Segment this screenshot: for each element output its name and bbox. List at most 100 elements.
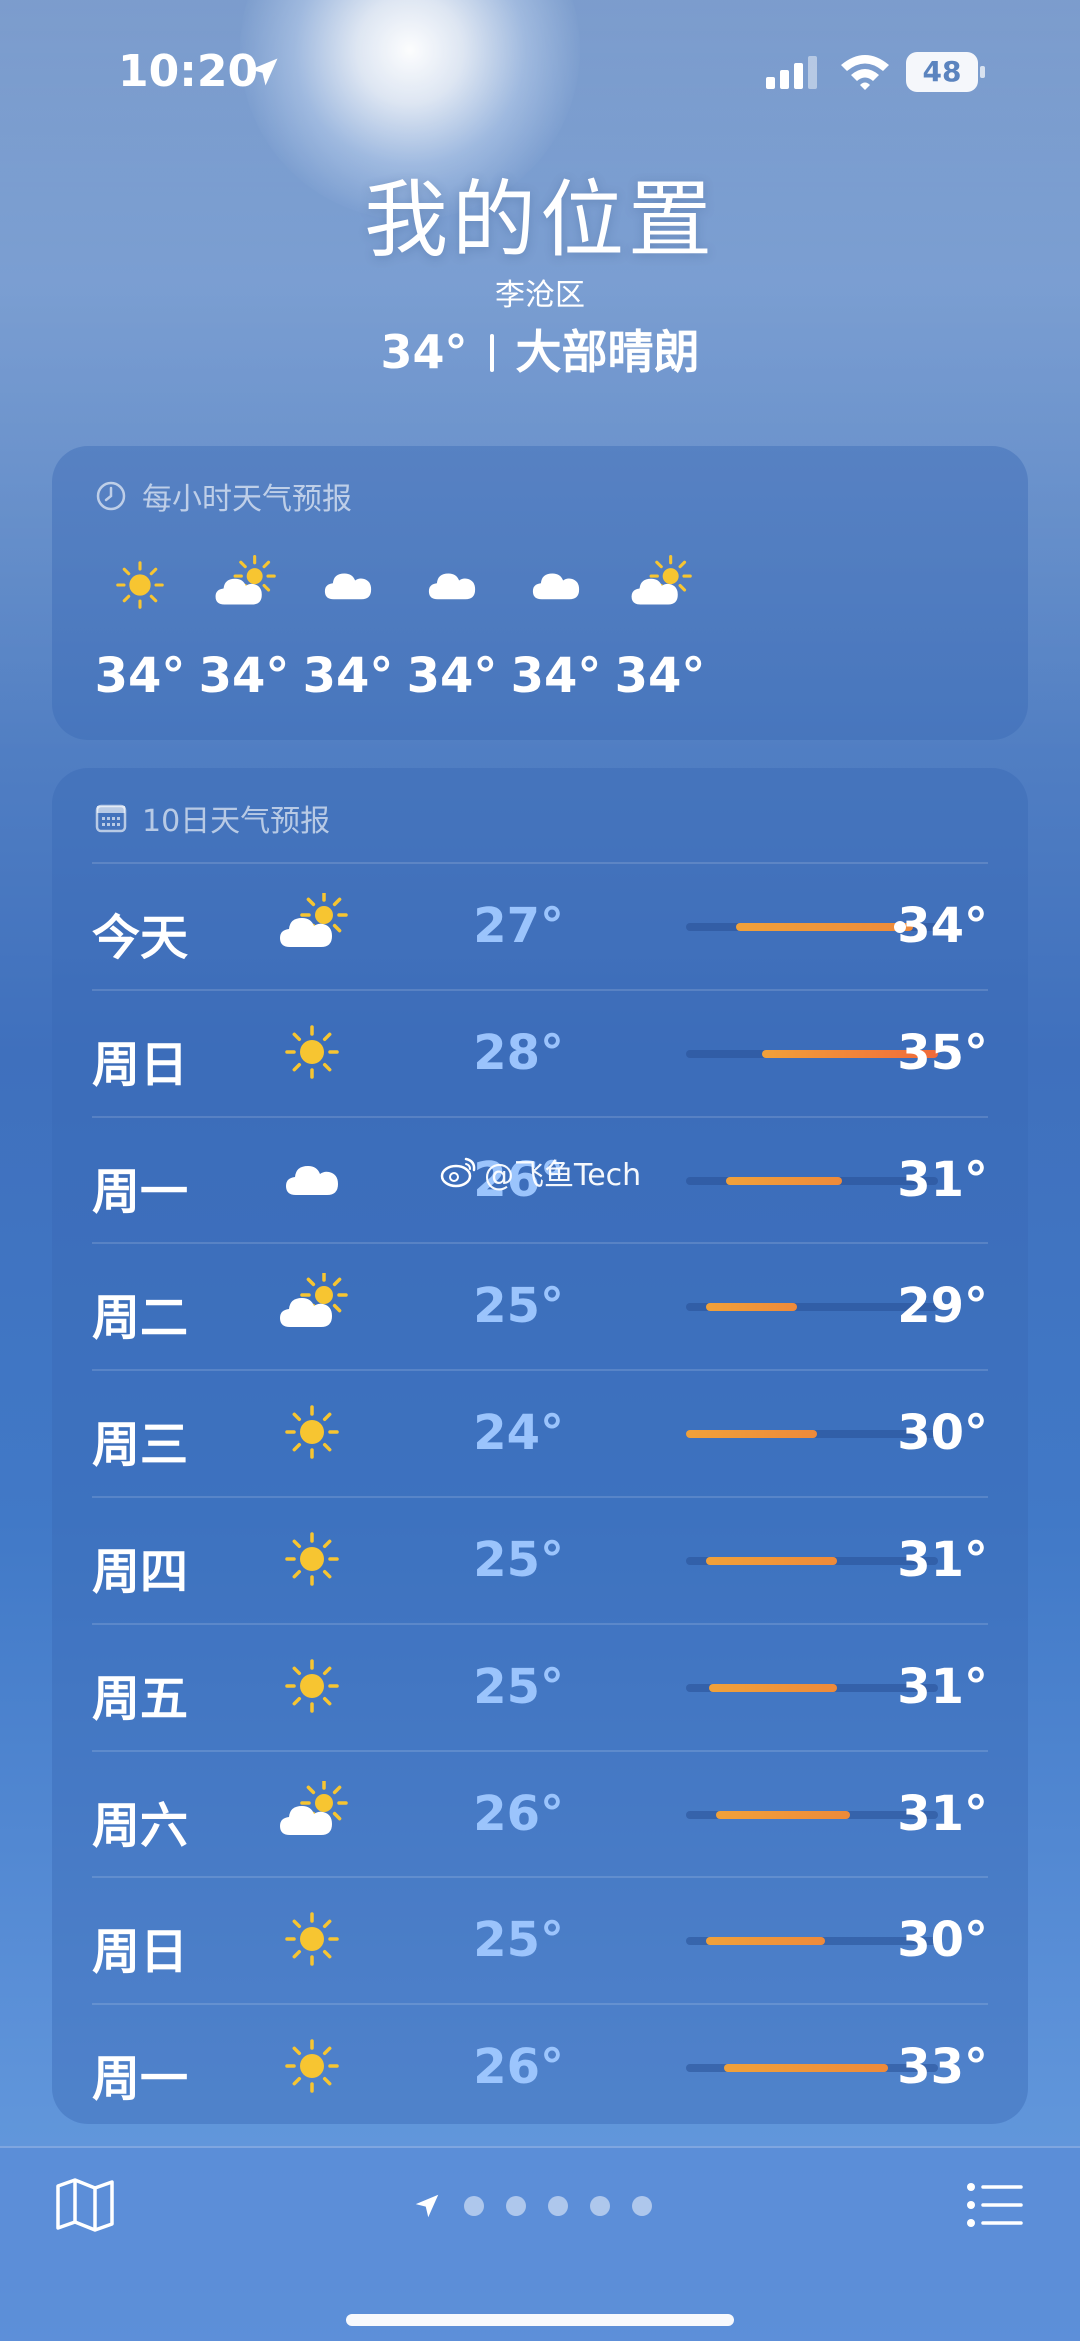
high-temp: 29° [897,1278,988,1335]
day-name: 周五 [92,1670,189,1727]
high-temp: 31° [897,1151,988,1208]
daily-row[interactable]: 周日 28° 35° [92,988,988,1115]
high-temp: 31° [897,1532,988,1588]
hourly-temp: 34° [94,648,186,704]
low-temp: 25° [473,1532,564,1588]
low-temp: 25° [473,1912,564,1969]
battery-level: 48 [922,55,962,88]
day-name: 周一 [92,1163,189,1220]
day-name: 周一 [92,2051,189,2108]
high-temp: 31° [897,1785,988,1842]
cloud-icon [272,1144,352,1214]
location-title: 我的位置 [363,171,716,269]
sun-icon [80,550,200,620]
day-name: 周日 [92,1036,189,1093]
hourly-forecast-card[interactable]: 每小时天气预报 34° 34° 34° 34° 34° 34° [52,446,1028,740]
daily-row[interactable]: 周日 25° 30° [92,1876,988,2002]
temp-range-bar [723,2064,888,2073]
partly-sunny-icon [272,890,352,960]
day-name: 周三 [92,1417,189,1474]
hourly-item: 34° [80,550,200,704]
daily-row[interactable]: 周五 25° 31° [92,1622,988,1749]
day-name: 周日 [92,1924,189,1981]
map-icon[interactable] [54,2176,116,2234]
hourly-item: 34° [496,550,616,704]
page-dot[interactable] [590,2196,610,2216]
wifi-icon [841,55,889,90]
daily-forecast-label: 10日天气预报 [142,804,331,839]
hourly-item: 34° [184,550,304,704]
page-indicator[interactable] [412,2186,652,2226]
high-temp: 34° [897,898,988,954]
temp-range-bar [708,1683,838,1692]
daily-row[interactable]: 周六 26° 31° [92,1749,988,1876]
calendar-icon [95,804,127,833]
daily-row[interactable]: 周三 24° 30° [92,1369,988,1495]
current-temp: 34° [380,325,468,379]
low-temp: 28° [473,1024,564,1081]
watermark: @飞鱼Tech [440,1150,641,1194]
partly-sunny-icon [600,550,720,620]
hourly-item: 34° [392,550,512,704]
page-dot[interactable] [506,2196,526,2216]
cloud-icon [496,550,616,620]
current-summary: 34° 大部晴朗 [0,322,1080,382]
daily-row[interactable]: 周一 26° 33° [92,2003,988,2124]
sun-icon [272,1397,352,1467]
day-name: 周二 [92,1290,189,1347]
low-temp: 25° [473,1278,564,1335]
weibo-icon [440,1157,476,1188]
hourly-forecast-header: 每小时天气预报 [94,476,352,517]
hourly-temp: 34° [406,648,498,704]
temp-range-bar [706,1303,797,1312]
low-temp: 27° [473,898,564,954]
current-location-page-icon[interactable] [412,2191,442,2221]
high-temp: 30° [897,1405,988,1462]
day-name: 周六 [92,1797,189,1854]
hourly-temp: 34° [510,648,602,704]
partly-sunny-icon [272,1270,352,1340]
low-temp: 26° [473,1785,564,1842]
status-bar: 10:20 48 [0,0,1080,140]
sun-icon [272,1651,352,1721]
page-dot[interactable] [464,2196,484,2216]
battery-indicator: 48 [906,52,986,92]
low-temp: 25° [473,1658,564,1715]
watermark-text: @飞鱼Tech [484,1158,642,1193]
sun-icon [272,1524,352,1594]
district-name: 李沧区 [495,278,585,313]
daily-forecast-header: 10日天气预报 [94,798,331,839]
low-temp: 24° [473,1405,564,1462]
day-name: 今天 [92,910,189,966]
sun-icon [272,1017,352,1087]
temp-range-bar [736,923,913,931]
list-icon[interactable] [966,2180,1024,2230]
daily-row[interactable]: 周四 25° 31° [92,1496,988,1622]
partly-sunny-icon [184,550,304,620]
clock-icon [96,481,126,511]
hourly-temp: 34° [198,648,290,704]
daily-forecast-card[interactable]: 10日天气预报 今天 27° 34° 周日 28° 35° 周一 26° 31°… [52,768,1028,2124]
hourly-temp: 34° [302,648,394,704]
cloud-icon [392,550,512,620]
daily-row[interactable]: 周二 25° 29° [92,1242,988,1368]
sun-icon [272,1904,352,1974]
temp-range-bar [706,1557,838,1565]
hourly-temp: 34° [614,648,706,704]
high-temp: 33° [897,2039,988,2096]
temp-range-bar [726,1176,843,1185]
high-temp: 35° [897,1024,988,1081]
low-temp: 26° [473,2039,564,2096]
page-dot[interactable] [548,2196,568,2216]
hourly-forecast-label: 每小时天气预报 [142,482,352,517]
temp-range-bar [706,1937,825,1946]
cloud-icon [288,550,408,620]
temp-range-bar [686,1430,817,1439]
temp-range-bar [716,1810,850,1819]
bottom-toolbar [0,2146,1080,2341]
home-indicator[interactable] [346,2314,734,2326]
page-dot[interactable] [632,2196,652,2216]
high-temp: 30° [897,1912,988,1969]
daily-row[interactable]: 今天 27° 34° [92,862,988,988]
hourly-item: 34° [288,550,408,704]
